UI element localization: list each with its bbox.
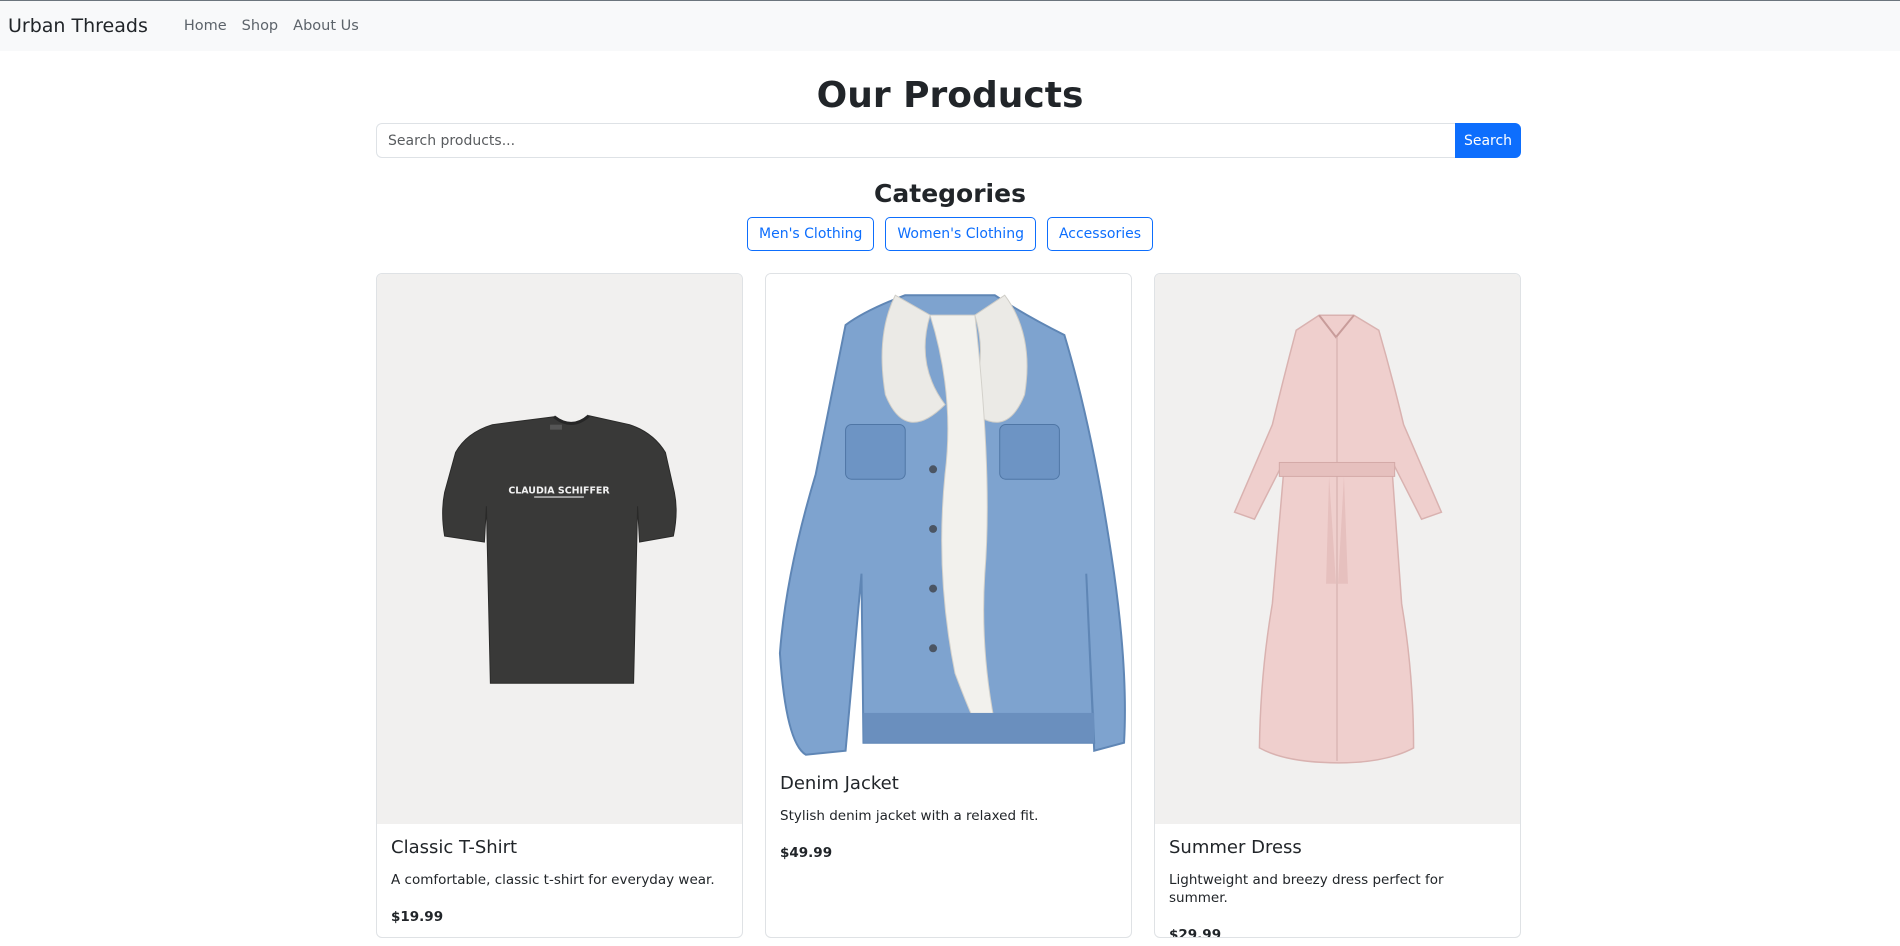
nav-link-home[interactable]: Home [184, 18, 227, 34]
product-card[interactable]: CLAUDIA SCHIFFER Classic T-Shirt A comfo… [376, 273, 743, 938]
category-button-mens-clothing[interactable]: Men's Clothing [747, 217, 875, 251]
t-shirt-print-text: CLAUDIA SCHIFFER [508, 485, 610, 496]
product-title: Summer Dress [1169, 837, 1302, 858]
product-description: Stylish denim jacket with a relaxed fit. [780, 808, 1039, 824]
denim-jacket-illustration [778, 294, 1126, 756]
category-button-womens-clothing[interactable]: Women's Clothing [885, 217, 1036, 251]
search-input[interactable] [376, 123, 1455, 158]
summer-dress-illustration [1233, 314, 1443, 764]
nav-link-shop[interactable]: Shop [242, 18, 278, 34]
categories-heading: Categories [874, 179, 1026, 208]
product-grid: CLAUDIA SCHIFFER Classic T-Shirt A comfo… [376, 273, 1521, 938]
product-price: $29.99 [1169, 927, 1222, 938]
product-image-denim-jacket[interactable] [766, 274, 1131, 760]
t-shirt-illustration: CLAUDIA SCHIFFER [442, 414, 677, 684]
search-bar: Search [376, 123, 1521, 158]
category-button-accessories[interactable]: Accessories [1046, 217, 1153, 251]
search-button[interactable]: Search [1455, 123, 1521, 158]
product-image-t-shirt[interactable]: CLAUDIA SCHIFFER [377, 274, 742, 824]
product-title: Classic T-Shirt [391, 837, 518, 858]
category-filters: Men's Clothing Women's Clothing Accessor… [0, 217, 1900, 251]
product-price: $19.99 [391, 909, 444, 925]
product-image-summer-dress[interactable] [1155, 274, 1520, 824]
page-title: Our Products [816, 75, 1084, 116]
product-description: A comfortable, classic t-shirt for every… [391, 872, 715, 888]
product-card[interactable]: Summer Dress Lightweight and breezy dres… [1154, 273, 1521, 938]
product-description: Lightweight and breezy dress perfect for… [1169, 872, 1444, 906]
navbar: Urban Threads Home Shop About Us [0, 0, 1900, 51]
product-card[interactable]: Denim Jacket Stylish denim jacket with a… [765, 273, 1132, 938]
product-title: Denim Jacket [780, 773, 899, 794]
brand-logo[interactable]: Urban Threads [8, 15, 148, 37]
nav-link-about-us[interactable]: About Us [293, 18, 359, 34]
product-price: $49.99 [780, 845, 833, 861]
